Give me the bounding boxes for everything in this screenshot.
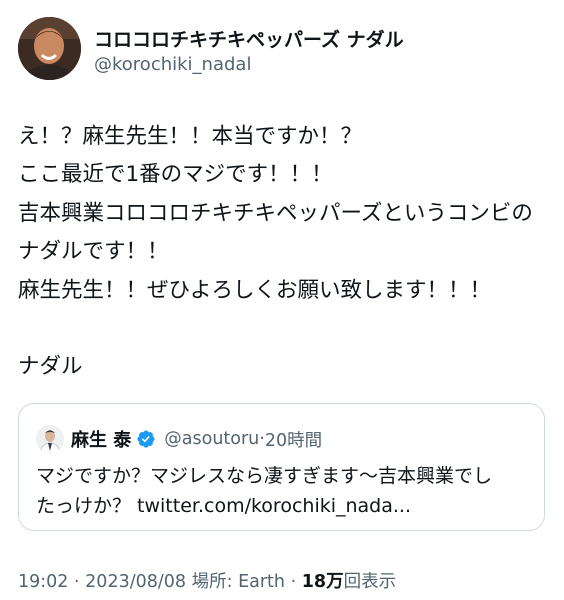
verified-badge-icon [137,430,155,448]
quote-avatar[interactable] [36,425,64,453]
avatar-photo-icon [18,17,81,80]
tweet-text: え！？麻生先生！！本当ですか！？ ここ最近で1番のマジです！！！ 吉本興業コロコ… [18,118,558,387]
author-display-name[interactable]: コロコロチキチキペッパーズ ナダル [94,25,404,52]
avatar-photo-icon [36,425,64,453]
tweet-line: ナダルです！！ [18,239,169,265]
author-handle[interactable]: @korochiki_nadal [94,54,251,75]
quote-header: 麻生 泰 @asoutoru · 20時間 [36,424,322,454]
tweet-date[interactable]: 2023/08/08 [85,572,186,592]
quote-timestamp[interactable]: 20時間 [265,427,322,452]
tweet-line: ここ最近で1番のマジです！！！ [18,162,333,188]
views-count: 18万 [301,572,344,592]
quote-author-handle[interactable]: @asoutoru [164,429,259,449]
quote-tweet-card[interactable]: 麻生 泰 @asoutoru · 20時間 マジですか？マジレスなら凄すぎます〜… [18,403,545,531]
tweet-location: 場所: Earth [191,572,286,592]
quote-text: マジですか？マジレスなら凄すぎます〜吉本興業でし たっけか？ twitter.c… [36,461,536,521]
quote-author-name[interactable]: 麻生 泰 [71,426,131,452]
tweet-line: 吉本興業コロコロチキチキペッパーズというコンビの [18,200,533,226]
views-label: 回表示 [343,572,397,592]
tweet-line: え！？麻生先生！！本当ですか！？ [18,124,363,149]
tweet-metadata: 19:02 · 2023/08/08 場所: Earth · 18万回表示 [18,568,396,593]
author-avatar[interactable] [18,17,81,80]
meta-separator: · [74,572,80,592]
quote-line: マジですか？マジレスなら凄すぎます〜吉本興業でし [36,465,493,487]
meta-separator: · [290,572,297,592]
quote-line-with-link[interactable]: たっけか？ twitter.com/korochiki_nada... [36,491,536,521]
tweet-signature: ナダル [18,354,83,380]
tweet-line: 麻生先生！！ぜひよろしくお願い致します！！！ [18,277,492,303]
tweet-time[interactable]: 19:02 [18,572,68,592]
